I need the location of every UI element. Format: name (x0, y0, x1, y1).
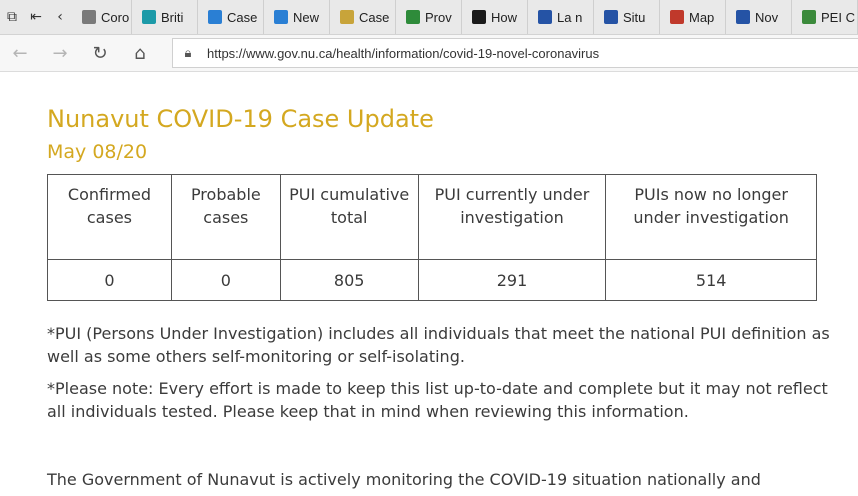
saskatchewan-icon (340, 10, 354, 24)
value-confirmed-cases: 0 (47, 259, 172, 301)
browser-tab[interactable]: Prov (396, 0, 462, 34)
browser-tab[interactable]: Case (330, 0, 396, 34)
case-table: Confirmed cases Probable cases PUI cumul… (47, 174, 817, 301)
browser-tab-label: Case (227, 9, 258, 25)
page-icon (82, 10, 96, 24)
browser-tab-label: Map (689, 9, 715, 25)
browser-tab-label: Briti (161, 9, 184, 25)
value-pui-no-longer-under-investigation: 514 (605, 259, 817, 301)
header-confirmed-cases: Confirmed cases (47, 174, 172, 260)
tab-strip: ⧉ ⇤ ‹ Coro Briti Case New Case Prov How La n Sit… (0, 0, 858, 35)
newbrunswick-icon (670, 10, 684, 24)
header-pui-cumulative-total: PUI cumulative total (279, 174, 419, 260)
page-title: Nunavut COVID-19 Case Update (47, 105, 434, 133)
novascotia-icon (736, 10, 750, 24)
browser-tab[interactable]: Case (198, 0, 264, 34)
browser-tab-label: Nov (755, 9, 779, 25)
browser-tab-label: Situ (623, 9, 646, 25)
browser-tab-label: Prov (425, 9, 452, 25)
browser-tab-label: New (293, 9, 320, 25)
browser-tab[interactable]: Map (660, 0, 726, 34)
home-icon[interactable]: ⌂ (120, 35, 160, 71)
set-aside-tabs-icon[interactable]: ⇤ (24, 0, 48, 34)
monitoring-paragraph: The Government of Nunavut is actively mo… (47, 470, 761, 489)
quebec-icon (538, 10, 552, 24)
browser-tab-label: Case (359, 9, 390, 25)
url-text: https://www.gov.nu.ca/health/information… (207, 45, 600, 61)
value-probable-cases: 0 (170, 259, 281, 301)
update-date: May 08/20 (47, 141, 148, 163)
table-row: 0 0 805 291 514 (47, 259, 817, 301)
forward-icon[interactable]: → (40, 35, 80, 71)
browser-tab-label: La n (557, 9, 583, 25)
lock-icon[interactable]: 🔒︎ (173, 45, 203, 61)
value-pui-under-investigation: 291 (417, 259, 607, 301)
browser-tab[interactable]: New (264, 0, 330, 34)
browser-tab-label: PEI C (821, 9, 855, 25)
back-icon[interactable]: ← (0, 35, 40, 71)
browser-tab[interactable]: PEI C (792, 0, 858, 34)
browser-tab-label: Coro (101, 9, 130, 25)
bc-gov-icon (142, 10, 156, 24)
alberta-icon (208, 10, 222, 24)
browser-tab[interactable]: Briti (132, 0, 198, 34)
refresh-icon[interactable]: ↻ (80, 35, 120, 71)
ontario-icon (472, 10, 486, 24)
table-header-row: Confirmed cases Probable cases PUI cumul… (47, 174, 817, 260)
header-probable-cases: Probable cases (170, 174, 281, 260)
browser-tab[interactable]: How (462, 0, 528, 34)
manitoba-icon (406, 10, 420, 24)
navigation-bar: ← → ↻ ⌂ 🔒︎ https://www.gov.nu.ca/health/… (0, 35, 858, 72)
scroll-tabs-left-icon[interactable]: ‹ (48, 0, 72, 34)
accuracy-disclaimer-note: *Please note: Every effort is made to ke… (47, 379, 828, 421)
pui-definition-note: *PUI (Persons Under Investigation) inclu… (47, 324, 830, 366)
header-pui-no-longer-under-investigation: PUIs now no longer under investigation (605, 174, 817, 260)
browser-tab[interactable]: Situ (594, 0, 660, 34)
pei-icon (802, 10, 816, 24)
page-content: Nunavut COVID-19 Case Update May 08/20 C… (47, 72, 847, 491)
browser-tab[interactable]: Coro (72, 0, 132, 34)
tab-actions-icon[interactable]: ⧉ (0, 0, 24, 34)
browser-tab-label: How (491, 9, 518, 25)
value-pui-cumulative-total: 805 (279, 259, 419, 301)
header-pui-under-investigation: PUI currently under investigation (417, 174, 607, 260)
browser-tab[interactable]: La n (528, 0, 594, 34)
quebec-icon (604, 10, 618, 24)
address-bar[interactable]: 🔒︎ https://www.gov.nu.ca/health/informat… (172, 38, 858, 68)
alberta-icon (274, 10, 288, 24)
browser-tab[interactable]: Nov (726, 0, 792, 34)
